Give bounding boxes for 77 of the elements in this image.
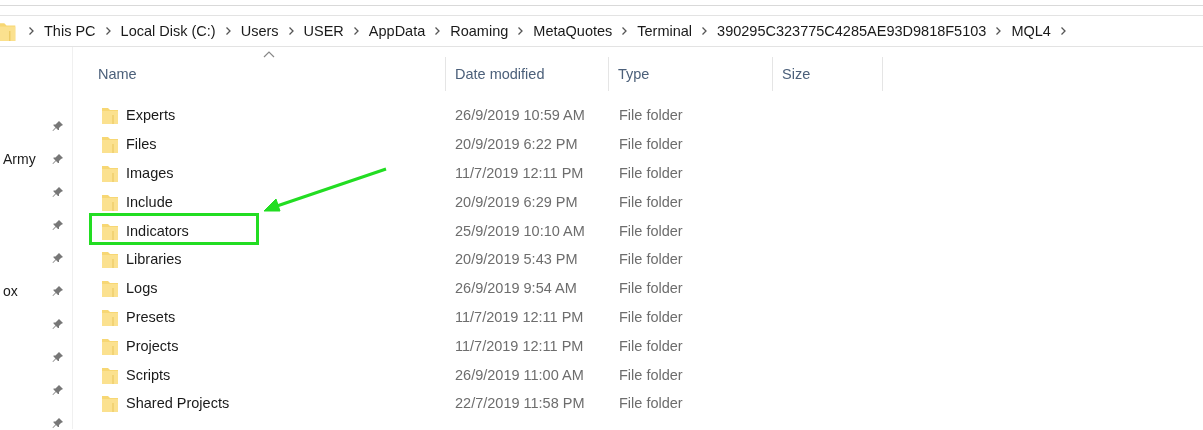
breadcrumb-item[interactable]: Local Disk (C:) <box>120 23 216 39</box>
file-name[interactable]: Scripts <box>126 366 171 383</box>
date-cell-text: 25/9/2019 10:10 AM <box>454 222 586 239</box>
type-cell-text: File folder <box>618 308 684 325</box>
type-cell-text: File folder <box>618 366 684 383</box>
chevron-right-icon <box>352 26 360 36</box>
folder-icon <box>101 134 119 155</box>
pin-icon[interactable] <box>52 383 64 396</box>
date-cell-text: 20/9/2019 5:43 PM <box>454 251 579 268</box>
pin-icon[interactable] <box>52 185 64 198</box>
column-header[interactable]: Date modified <box>446 57 609 91</box>
date-cell-text: 20/9/2019 6:29 PM <box>454 193 579 210</box>
breadcrumb-item[interactable]: Roaming <box>450 23 509 39</box>
chevron-right-icon <box>1059 26 1067 36</box>
breadcrumb-item[interactable]: This PC <box>44 23 96 39</box>
type-cell-text: File folder <box>618 280 684 297</box>
type-cell-text: File folder <box>618 193 684 210</box>
pin-icon[interactable] <box>52 350 64 363</box>
file-name[interactable]: Logs <box>126 280 158 297</box>
type-cell-text: File folder <box>618 107 684 124</box>
type-cell-text: File folder <box>618 136 684 153</box>
file-name[interactable]: Presets <box>126 308 176 325</box>
breadcrumb-item[interactable]: AppData <box>368 23 426 39</box>
breadcrumb-item[interactable]: Terminal <box>637 23 693 39</box>
chevron-right-icon <box>621 26 629 36</box>
date-cell-text: 11/7/2019 12:11 PM <box>454 337 585 354</box>
date-cell-text: 26/9/2019 11:00 AM <box>454 366 585 383</box>
type-cell-text: File folder <box>618 395 684 412</box>
pin-icon[interactable] <box>52 317 64 330</box>
folder-icon <box>101 105 119 126</box>
file-name[interactable]: Files <box>126 136 157 153</box>
pin-icon[interactable] <box>52 416 64 429</box>
file-name[interactable]: Libraries <box>126 251 182 268</box>
folder-icon <box>101 163 119 183</box>
file-name[interactable]: Shared Projects <box>126 395 230 412</box>
date-cell-text: 11/7/2019 12:11 PM <box>454 165 585 181</box>
type-cell-text: File folder <box>618 222 684 239</box>
folder-icon <box>0 20 17 42</box>
nav-item[interactable]: Army <box>3 150 36 167</box>
column-header[interactable]: Type <box>609 57 773 91</box>
pin-icon[interactable] <box>52 251 64 264</box>
type-cell-text: File folder <box>618 251 684 268</box>
pin-icon[interactable] <box>52 152 64 165</box>
type-cell-text: File folder <box>618 165 684 181</box>
pin-icon[interactable] <box>52 284 64 297</box>
chevron-right-icon <box>287 26 295 36</box>
pin-icon[interactable] <box>52 119 64 132</box>
file-name[interactable]: Experts <box>126 107 176 124</box>
chevron-right-icon <box>224 26 232 36</box>
type-cell-text: File folder <box>618 337 684 354</box>
pin-icon[interactable] <box>52 218 64 231</box>
file-name[interactable]: Images <box>126 165 174 181</box>
file-name[interactable]: Indicators <box>126 222 189 239</box>
file-name[interactable]: Include <box>126 193 173 210</box>
chevron-right-icon <box>434 26 442 36</box>
folder-icon <box>101 393 119 414</box>
chevron-right-icon <box>104 26 112 36</box>
breadcrumb-item[interactable]: USER <box>303 23 344 39</box>
folder-icon <box>101 278 119 299</box>
breadcrumb-item[interactable]: MetaQuotes <box>533 23 613 39</box>
date-cell-text: 11/7/2019 12:11 PM <box>454 308 585 325</box>
chevron-right-icon <box>701 26 709 36</box>
folder-icon <box>101 249 119 270</box>
column-header[interactable]: Size <box>773 57 883 91</box>
file-name[interactable]: Projects <box>126 337 179 354</box>
nav-item[interactable]: ox <box>3 282 18 299</box>
date-cell-text: 20/9/2019 6:22 PM <box>454 136 579 153</box>
breadcrumb-item[interactable]: 390295C323775C4285AE93D9818F5103 <box>717 23 987 39</box>
breadcrumb-item[interactable]: MQL4 <box>1011 23 1051 39</box>
date-cell-text: 22/7/2019 11:58 PM <box>454 395 586 412</box>
chevron-right-icon <box>28 26 35 36</box>
date-cell-text: 26/9/2019 9:54 AM <box>454 280 578 297</box>
chevron-right-icon <box>995 26 1003 36</box>
column-header[interactable]: Name <box>89 57 446 91</box>
breadcrumb-item[interactable]: Users <box>240 23 279 39</box>
chevron-right-icon <box>517 26 525 36</box>
date-cell-text: 26/9/2019 10:59 AM <box>454 107 586 124</box>
